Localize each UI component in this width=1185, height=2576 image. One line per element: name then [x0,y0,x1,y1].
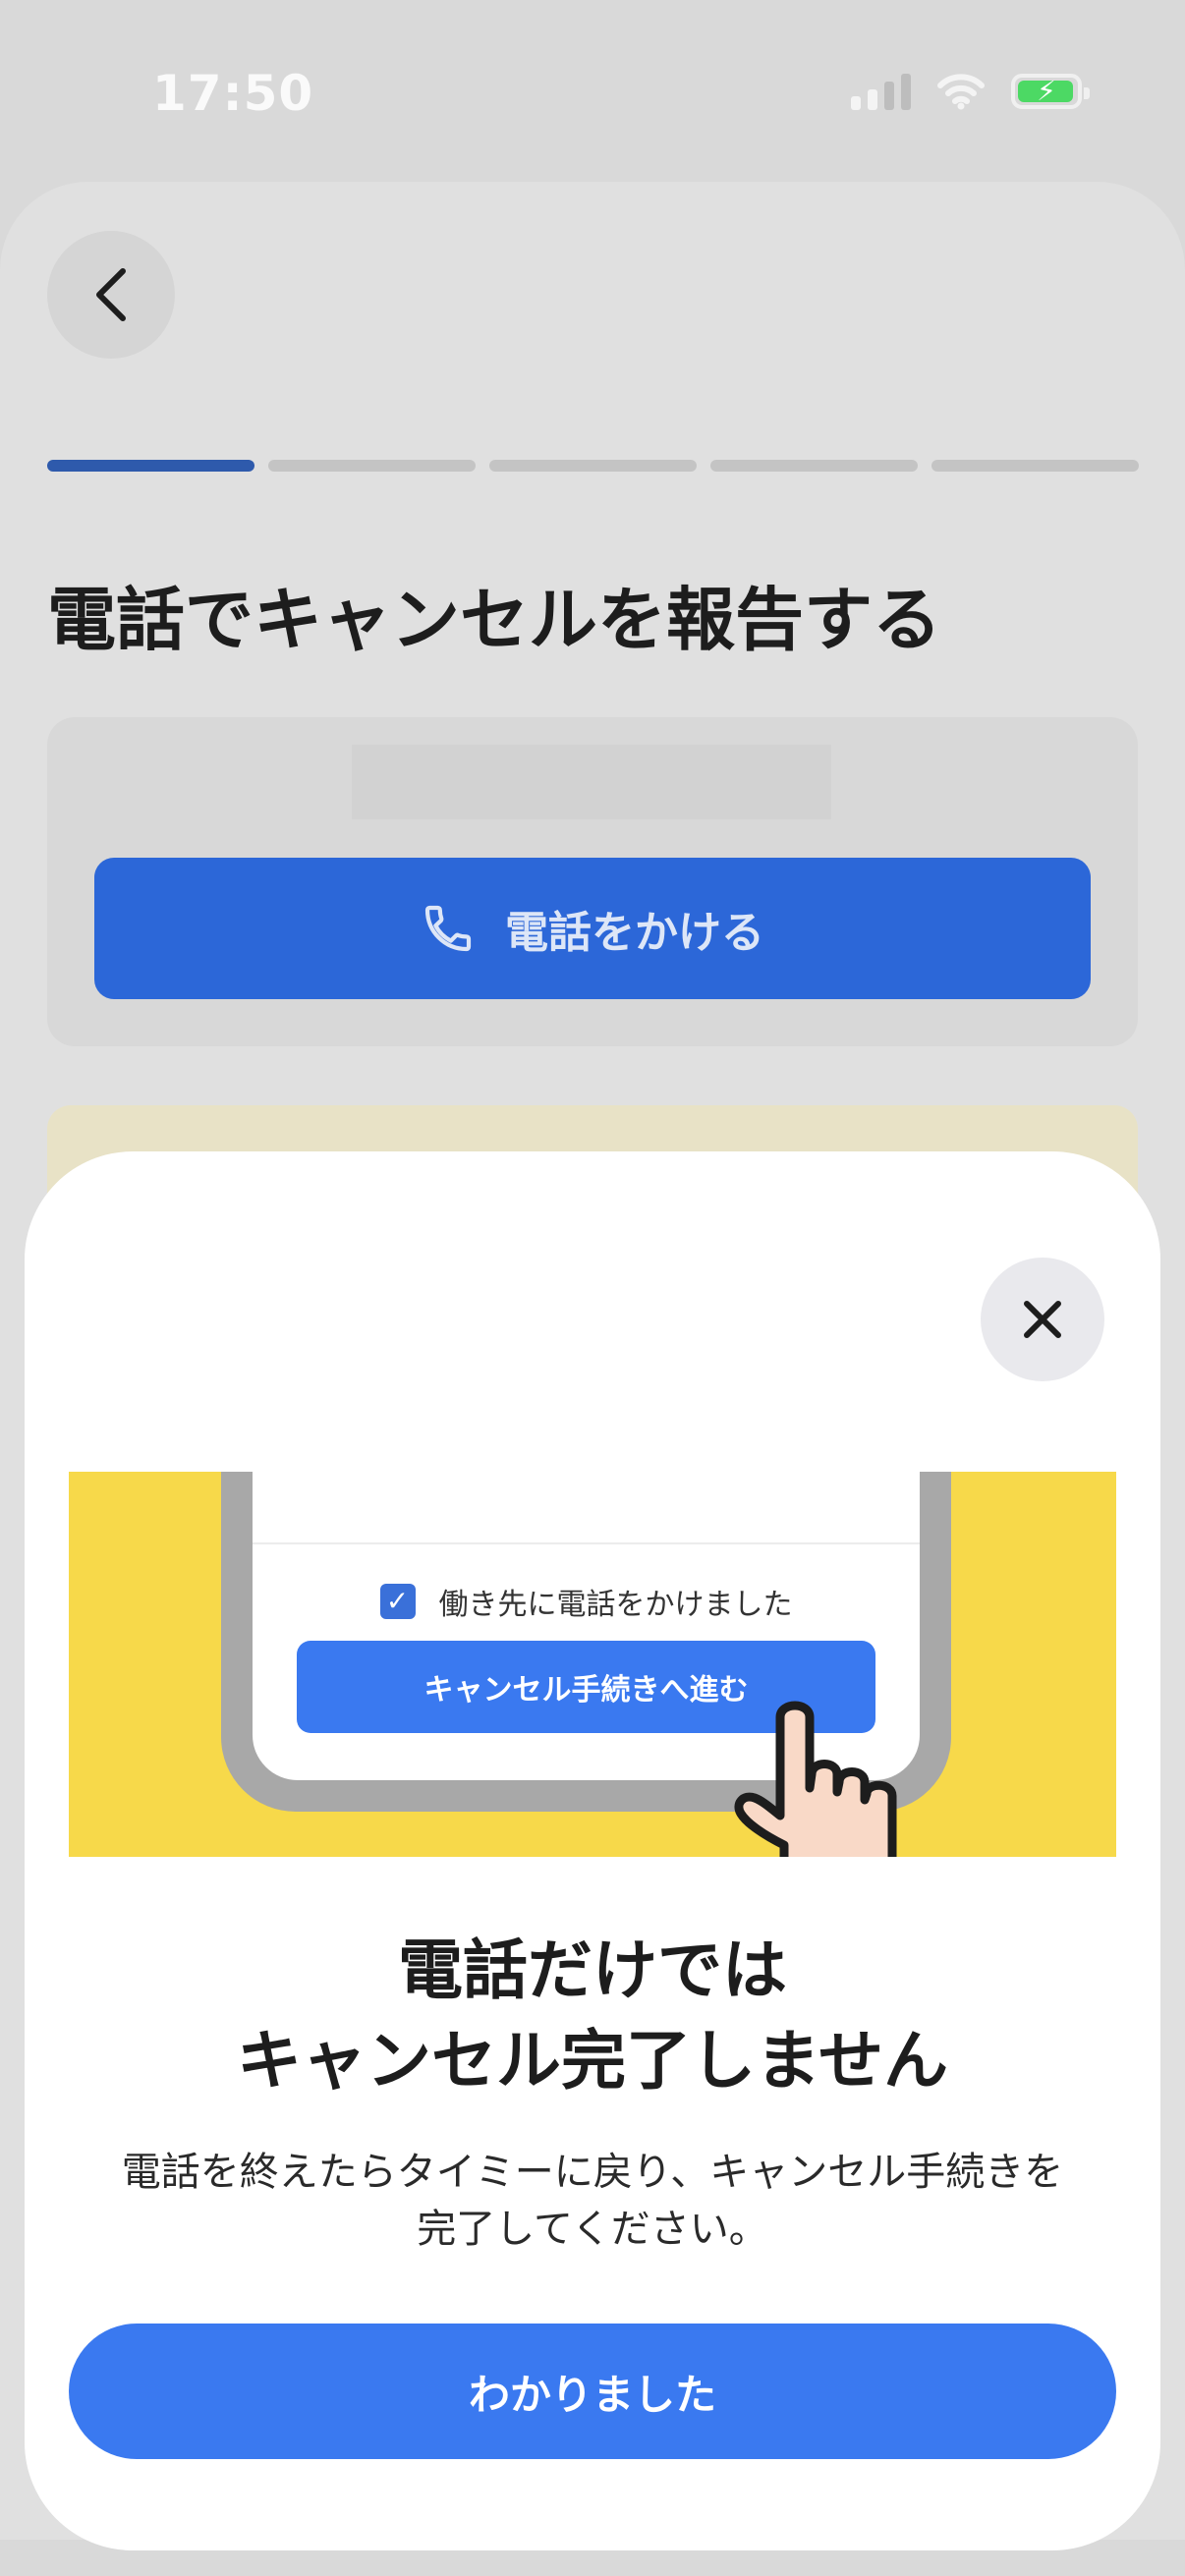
progress-bar [47,460,1139,472]
page-title: 電話でキャンセルを報告する [47,580,941,660]
battery-charging-icon: ⚡ [1011,74,1090,109]
wifi-icon [937,74,985,110]
mock-checkbox-row: ✓ 働き先に電話をかけました [253,1580,920,1623]
progress-step-2 [268,460,476,472]
checkbox-checked-icon: ✓ [379,1584,416,1619]
chevron-left-icon [96,268,126,321]
call-button[interactable]: 電話をかける [94,858,1091,999]
mock-checkbox-label: 働き先に電話をかけました [438,1588,793,1622]
close-icon [1024,1301,1061,1338]
progress-step-5 [931,460,1139,472]
call-panel: 電話をかける [47,717,1138,1046]
call-button-label: 電話をかける [505,908,764,958]
signal-icon [851,73,911,110]
modal-description-line1: 電話を終えたらタイミーに戻り、キャンセル手続きを [121,2150,1064,2195]
modal-title: 電話だけでは キャンセル完了しません [25,1926,1160,2106]
progress-step-4 [710,460,918,472]
status-icons: ⚡ [851,73,1090,110]
modal-title-line2: キャンセル完了しません [236,2023,949,2099]
illustration: ✓ 働き先に電話をかけました キャンセル手続きへ進む [69,1472,1116,1857]
phone-icon [424,905,472,952]
phone-number-placeholder [352,745,831,819]
progress-step-1 [47,460,254,472]
back-button[interactable] [47,231,175,359]
confirm-button[interactable]: わかりました [69,2324,1116,2459]
status-time: 17:50 [152,65,314,122]
close-button[interactable] [981,1258,1104,1381]
hand-pointer-icon [734,1701,897,1857]
modal-title-line1: 電話だけでは [398,1932,787,2008]
modal-sheet: ✓ 働き先に電話をかけました キャンセル手続きへ進む 電話だけでは キャンセル完… [25,1151,1160,2550]
divider [253,1542,920,1544]
modal-description: 電話を終えたらタイミーに戻り、キャンセル手続きを 完了してください。 [84,2144,1101,2258]
modal-description-line2: 完了してください。 [417,2207,768,2252]
progress-step-3 [489,460,697,472]
